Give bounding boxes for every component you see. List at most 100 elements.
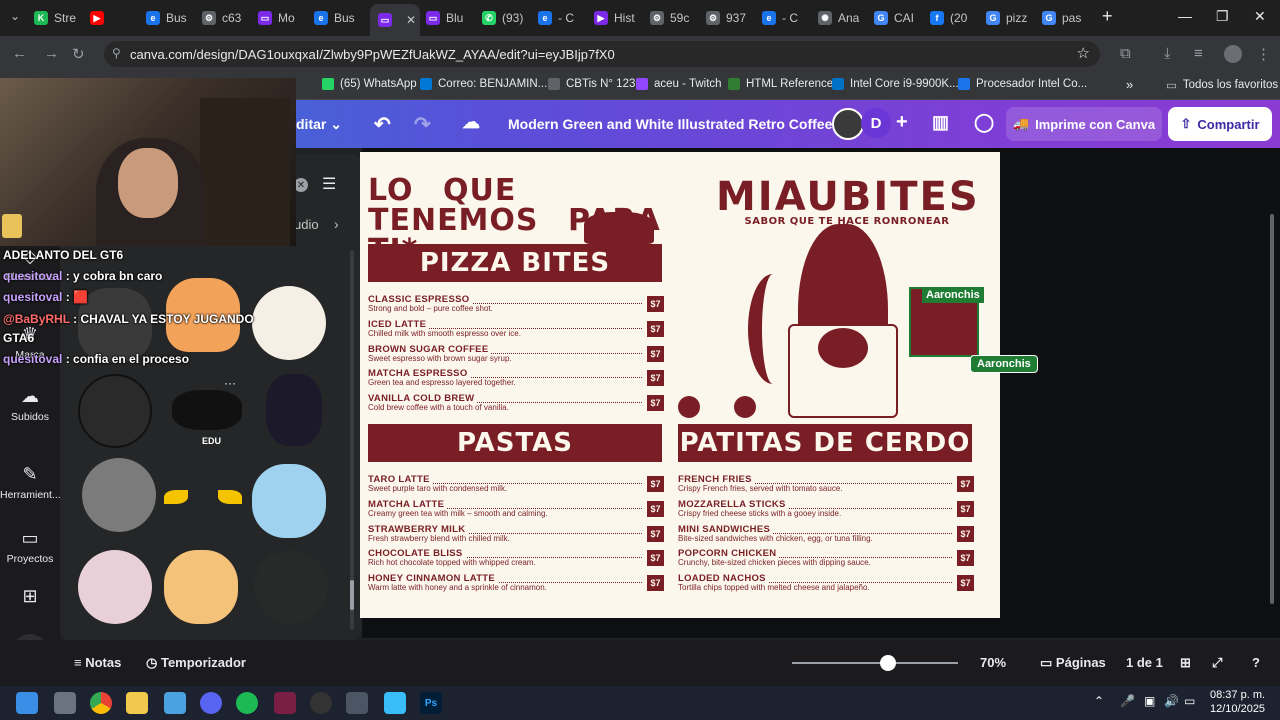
browser-menu-icon[interactable]: ⋮ (1256, 45, 1271, 63)
menu-item[interactable]: VANILLA COLD BREW Cold brew coffee with a… (368, 393, 664, 415)
cloud-saved-icon[interactable]: ☁ (462, 112, 480, 133)
menu-item[interactable]: TARO LATTE Sweet purple taro with condens… (368, 474, 664, 496)
calculator-icon[interactable] (346, 692, 368, 714)
sticker-outline-cat[interactable] (78, 374, 152, 448)
all-bookmarks-folder[interactable]: ▭ Todos los favoritos (1166, 78, 1278, 92)
browser-tab[interactable]: ▭ Blu (426, 6, 476, 30)
menu-item[interactable]: FRENCH FRIES Crispy French fries, served … (678, 474, 974, 496)
tab-close-icon[interactable]: ✕ (406, 13, 416, 27)
menu-section-title[interactable]: PIZZA BITES (368, 244, 662, 282)
undo-button[interactable]: ↶ (374, 112, 391, 137)
bookmark-item[interactable]: (65) WhatsApp (322, 78, 417, 90)
browser-tab[interactable]: ⚙ 937 (706, 6, 756, 30)
clock-date[interactable]: 12/10/2025 (1210, 703, 1265, 715)
sticker-yellow-eyes[interactable] (162, 490, 248, 510)
comments-icon[interactable]: ◯ (974, 112, 994, 133)
close-window-button[interactable]: ✕ (1254, 8, 1266, 25)
browser-tab[interactable]: e- C (538, 6, 588, 30)
filter-icon[interactable]: ☰ (322, 174, 336, 194)
browser-tab[interactable]: ⚙ c63 (202, 6, 252, 30)
bookmark-item[interactable]: Procesador Intel Co... (958, 78, 1087, 90)
more-bookmarks-chevron-icon[interactable]: » (1126, 77, 1133, 92)
sticker-calico-cat-face[interactable] (252, 286, 326, 360)
menu-item[interactable]: HONEY CINNAMON LATTE Warm latte with hone… (368, 573, 664, 595)
grid-view-icon[interactable]: ⊞ (1180, 655, 1191, 671)
browser-tab[interactable]: ✺ Ana (818, 6, 868, 30)
browser-tab[interactable]: ▭ Mo (258, 6, 308, 30)
bookmark-star-icon[interactable]: ☆ (1077, 44, 1090, 62)
clock-time[interactable]: 08:37 p. m. (1210, 689, 1265, 701)
panel-scrollbar[interactable] (350, 250, 354, 630)
rail-apps-icon[interactable]: ⊞ (0, 586, 60, 607)
menu-item[interactable]: MATCHA ESPRESSO Green tea and espresso la… (368, 368, 664, 390)
profile-avatar[interactable] (1224, 45, 1242, 63)
menu-item[interactable]: POPCORN CHICKEN Crunchy, bite-sized chick… (678, 548, 974, 570)
browser-tab[interactable]: ✆ (93) (482, 6, 532, 30)
bookmark-item[interactable]: CBTis N° 123 (548, 78, 635, 90)
menu-item[interactable]: CHOCOLATE BLISS Rich hot chocolate topped… (368, 548, 664, 570)
menu-item[interactable]: MOZZARELLA STICKS Crispy fried cheese sti… (678, 498, 974, 521)
battery-icon[interactable]: ▭ (1184, 694, 1195, 708)
photoshop-icon[interactable]: Ps (420, 692, 442, 714)
menu-item[interactable]: MATCHA LATTE Creamy green tea with milk –… (368, 498, 664, 521)
menu-item[interactable]: ICED LATTE Chilled milk with smooth espre… (368, 318, 664, 341)
zoom-slider-thumb[interactable] (880, 655, 897, 671)
forward-icon[interactable]: → (44, 45, 59, 62)
restore-button[interactable]: ❐ (1216, 8, 1229, 25)
network-icon[interactable]: ▣ (1144, 694, 1155, 708)
redo-button[interactable]: ↷ (414, 112, 431, 137)
menu-item[interactable]: LOADED NACHOS Tortilla chips topped with … (678, 573, 974, 595)
zoom-value[interactable]: 70% (980, 655, 1006, 670)
bookmark-item[interactable]: aceu - Twitch (636, 78, 722, 90)
brand-title[interactable]: MIAUBITES (716, 174, 978, 220)
add-collaborator-button[interactable]: + (896, 111, 908, 134)
help-icon[interactable]: ? (1252, 655, 1260, 670)
menu-item[interactable]: CLASSIC ESPRESSO Strong and bold – pure c… (368, 294, 664, 316)
volume-icon[interactable]: 🔊 (1164, 694, 1179, 708)
edit-menu-button[interactable]: ditar ⌄ (296, 116, 342, 133)
site-info-icon[interactable]: ⚲ (112, 46, 121, 60)
browser-tab[interactable]: Gpizz (986, 6, 1036, 30)
browser-tab[interactable]: Gpas (1042, 6, 1092, 30)
discord-icon[interactable] (200, 692, 222, 714)
photos-icon[interactable] (164, 692, 186, 714)
notes-button[interactable]: ≡ Notas (74, 655, 121, 670)
sticker-blue-cat-drink[interactable] (252, 464, 326, 538)
print-with-canva-button[interactable]: 🚚 Imprime con Canva (1006, 107, 1162, 141)
app-v-icon[interactable] (274, 692, 296, 714)
share-button[interactable]: ⇧ Compartir (1168, 107, 1272, 141)
tray-chevron-icon[interactable]: ⌃ (1094, 694, 1104, 708)
bookmark-item[interactable]: Correo: BENJAMIN... (420, 78, 547, 90)
menu-design-page[interactable]: LO QUE TENEMOS PARA TI* MIAUBITES SABOR … (360, 152, 1000, 618)
panel-scrollbar-thumb[interactable] (350, 580, 354, 610)
url-text[interactable]: canva.com/design/DAG1ouxqxaI/Zlwby9PpWEZ… (130, 47, 615, 62)
menu-section-title[interactable]: PASTAS (368, 424, 662, 462)
user-avatar[interactable]: D (861, 108, 891, 138)
reload-icon[interactable]: ↻ (72, 45, 85, 63)
pages-button[interactable]: ▭ Páginas (1040, 655, 1106, 671)
browser-tab[interactable]: e Bus (146, 6, 196, 30)
browser-tab[interactable]: e Bus (314, 6, 364, 30)
file-explorer-icon[interactable] (126, 692, 148, 714)
clear-search-icon[interactable]: ✕ (294, 178, 308, 192)
sticker-gray-striped-cat[interactable] (82, 458, 156, 532)
extensions-icon[interactable]: ⧉ (1120, 45, 1131, 62)
menu-item[interactable]: MINI SANDWICHES Bite-sized sandwiches wit… (678, 523, 974, 546)
notepad-icon[interactable] (384, 692, 406, 714)
rail-item-folder[interactable]: ▭ Proyectos (0, 528, 60, 565)
new-tab-button[interactable]: + (1102, 6, 1113, 27)
downloads-icon[interactable]: ⤓ (1164, 45, 1171, 62)
timer-button[interactable]: ◷ Temporizador (146, 655, 246, 671)
browser-tab[interactable]: K Stre (34, 6, 84, 30)
obs-icon[interactable] (310, 692, 332, 714)
menu-item[interactable]: BROWN SUGAR COFFEE Sweet espresso with br… (368, 343, 664, 366)
collaborator-avatar[interactable] (832, 108, 864, 140)
microphone-icon[interactable]: 🎤 (1120, 694, 1135, 708)
browser-tab[interactable]: ▶ Hist (594, 6, 644, 30)
sticker-black-cat-lying[interactable] (172, 390, 242, 430)
tab-list-chevron-icon[interactable]: ⌄ (10, 9, 20, 23)
sticker-dark-outline-cat[interactable] (254, 550, 328, 624)
browser-tab[interactable]: ▶ (90, 6, 140, 30)
panel-tab-audio[interactable]: udio (294, 217, 319, 232)
fullscreen-icon[interactable]: ⤢ (1212, 655, 1222, 671)
